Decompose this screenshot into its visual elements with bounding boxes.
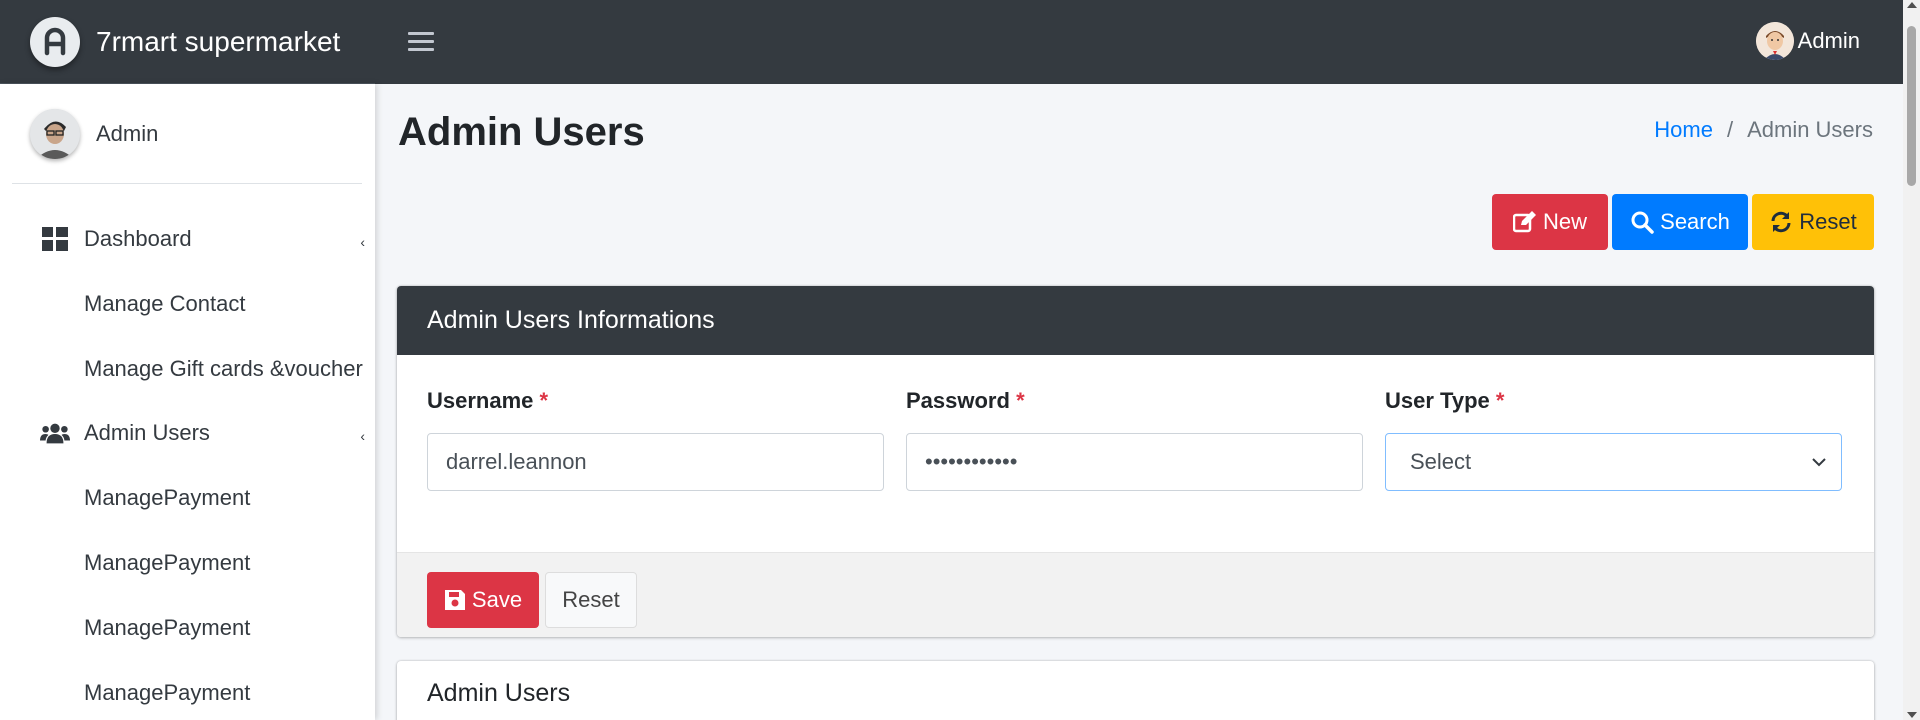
save-icon xyxy=(444,590,465,610)
brand-name: 7rmart supermarket xyxy=(96,25,341,57)
sidebar-item-label: Admin Users xyxy=(84,420,210,445)
sync-icon xyxy=(1771,211,1791,233)
sidebar-item-manage-payment[interactable]: ManagePayment xyxy=(0,603,375,653)
list-card-title: Admin Users xyxy=(427,679,571,707)
angle-left-icon: ‹ xyxy=(360,234,365,250)
sidebar-item-label: ManagePayment xyxy=(84,680,251,705)
scroll-thumb[interactable] xyxy=(1907,26,1916,186)
user-type-label: User Type * xyxy=(1385,388,1504,414)
user-name: Admin xyxy=(1797,28,1860,53)
sidebar-item-manage-contact[interactable]: Manage Contact xyxy=(0,279,375,329)
required-mark: * xyxy=(1495,388,1505,413)
sidebar-item-label: Dashboard xyxy=(84,226,192,251)
dashboard-icon xyxy=(40,224,70,254)
required-mark: * xyxy=(539,388,549,413)
user-menu[interactable]: Admin xyxy=(1755,22,1860,60)
chevron-down-icon xyxy=(1812,458,1826,467)
angle-left-icon: ‹ xyxy=(360,428,365,444)
brand-logo-icon xyxy=(30,16,80,67)
sidebar-item-label: ManagePayment xyxy=(84,485,251,510)
card-footer: Save Reset xyxy=(397,552,1874,637)
breadcrumb-home-link[interactable]: Home xyxy=(1654,117,1713,143)
sidebar-item-dashboard[interactable]: Dashboard ‹ xyxy=(0,214,375,264)
page-title: Admin Users xyxy=(398,110,645,154)
breadcrumb-separator: / xyxy=(1726,117,1734,142)
search-button-label: Search xyxy=(1660,209,1730,234)
sidebar-item-manage-payment[interactable]: ManagePayment xyxy=(0,538,375,588)
admin-users-list-card: Admin Users xyxy=(397,661,1874,720)
sidebar-user-panel[interactable]: Admin xyxy=(12,84,362,184)
sidebar-item-label: Manage Contact xyxy=(84,291,246,316)
sidebar-toggle-button[interactable] xyxy=(408,26,434,56)
new-button[interactable]: New xyxy=(1492,194,1608,250)
required-mark: * xyxy=(1016,388,1025,413)
user-type-label-text: User Type xyxy=(1385,388,1490,413)
user-type-select-value: Select xyxy=(1410,449,1472,474)
username-input-value: darrel.leannon xyxy=(446,449,587,474)
form-reset-button-label: Reset xyxy=(562,587,620,612)
sidebar-avatar xyxy=(30,108,80,159)
top-navbar: 7rmart supermarket Admin xyxy=(0,0,1920,84)
breadcrumb: Home / Admin Users xyxy=(1654,117,1873,143)
form-reset-button[interactable]: Reset xyxy=(545,572,637,628)
password-label: Password * xyxy=(906,388,1025,414)
sidebar-item-label: ManagePayment xyxy=(84,550,251,575)
scroll-up-arrow-icon[interactable] xyxy=(1907,2,1917,8)
password-input-value: •••••••••••• xyxy=(925,449,1018,474)
search-button[interactable]: Search xyxy=(1612,194,1748,250)
card-header: Admin Users Informations xyxy=(397,286,1874,355)
page-scrollbar[interactable] xyxy=(1903,0,1920,720)
edit-icon xyxy=(1512,211,1536,233)
sidebar-user-name: Admin xyxy=(96,120,159,146)
logo-letter-a-icon xyxy=(44,27,66,55)
save-button[interactable]: Save xyxy=(427,572,539,628)
breadcrumb-current: Admin Users xyxy=(1747,117,1873,142)
card-title: Admin Users Informations xyxy=(427,306,715,334)
main-content: Admin Users Home / Admin Users New Searc… xyxy=(375,84,1903,720)
users-icon xyxy=(40,418,70,448)
search-icon xyxy=(1631,211,1654,234)
sidebar-item-manage-gift-cards[interactable]: Manage Gift cards &voucher xyxy=(0,344,375,394)
sidebar: Admin Dashboard ‹ Manage Contact Manage … xyxy=(0,84,375,720)
user-type-select[interactable]: Select xyxy=(1385,433,1842,491)
password-input[interactable]: •••••••••••• xyxy=(906,433,1363,491)
sidebar-item-label: ManagePayment xyxy=(84,615,251,640)
sidebar-item-manage-payment[interactable]: ManagePayment xyxy=(0,668,375,718)
scroll-down-arrow-icon[interactable] xyxy=(1907,712,1917,718)
username-input[interactable]: darrel.leannon xyxy=(427,433,884,491)
new-button-label: New xyxy=(1542,209,1587,234)
hamburger-bar xyxy=(408,47,434,51)
brand-link[interactable]: 7rmart supermarket xyxy=(0,0,375,84)
sidebar-item-manage-payment[interactable]: ManagePayment xyxy=(0,473,375,523)
save-button-label: Save xyxy=(471,587,523,612)
user-avatar-icon xyxy=(1755,22,1794,60)
username-label-text: Username xyxy=(427,388,534,413)
sidebar-item-label: Manage Gift cards &voucher xyxy=(84,356,363,381)
hamburger-bar xyxy=(408,39,434,43)
admin-users-form-card: Admin Users Informations Username * darr… xyxy=(397,286,1874,637)
password-label-text: Password xyxy=(906,388,1010,413)
sidebar-item-admin-users[interactable]: Admin Users ‹ xyxy=(0,408,375,458)
reset-button-label: Reset xyxy=(1799,209,1857,234)
hamburger-bar xyxy=(408,31,434,35)
reset-button[interactable]: Reset xyxy=(1752,194,1874,250)
username-label: Username * xyxy=(427,388,548,414)
